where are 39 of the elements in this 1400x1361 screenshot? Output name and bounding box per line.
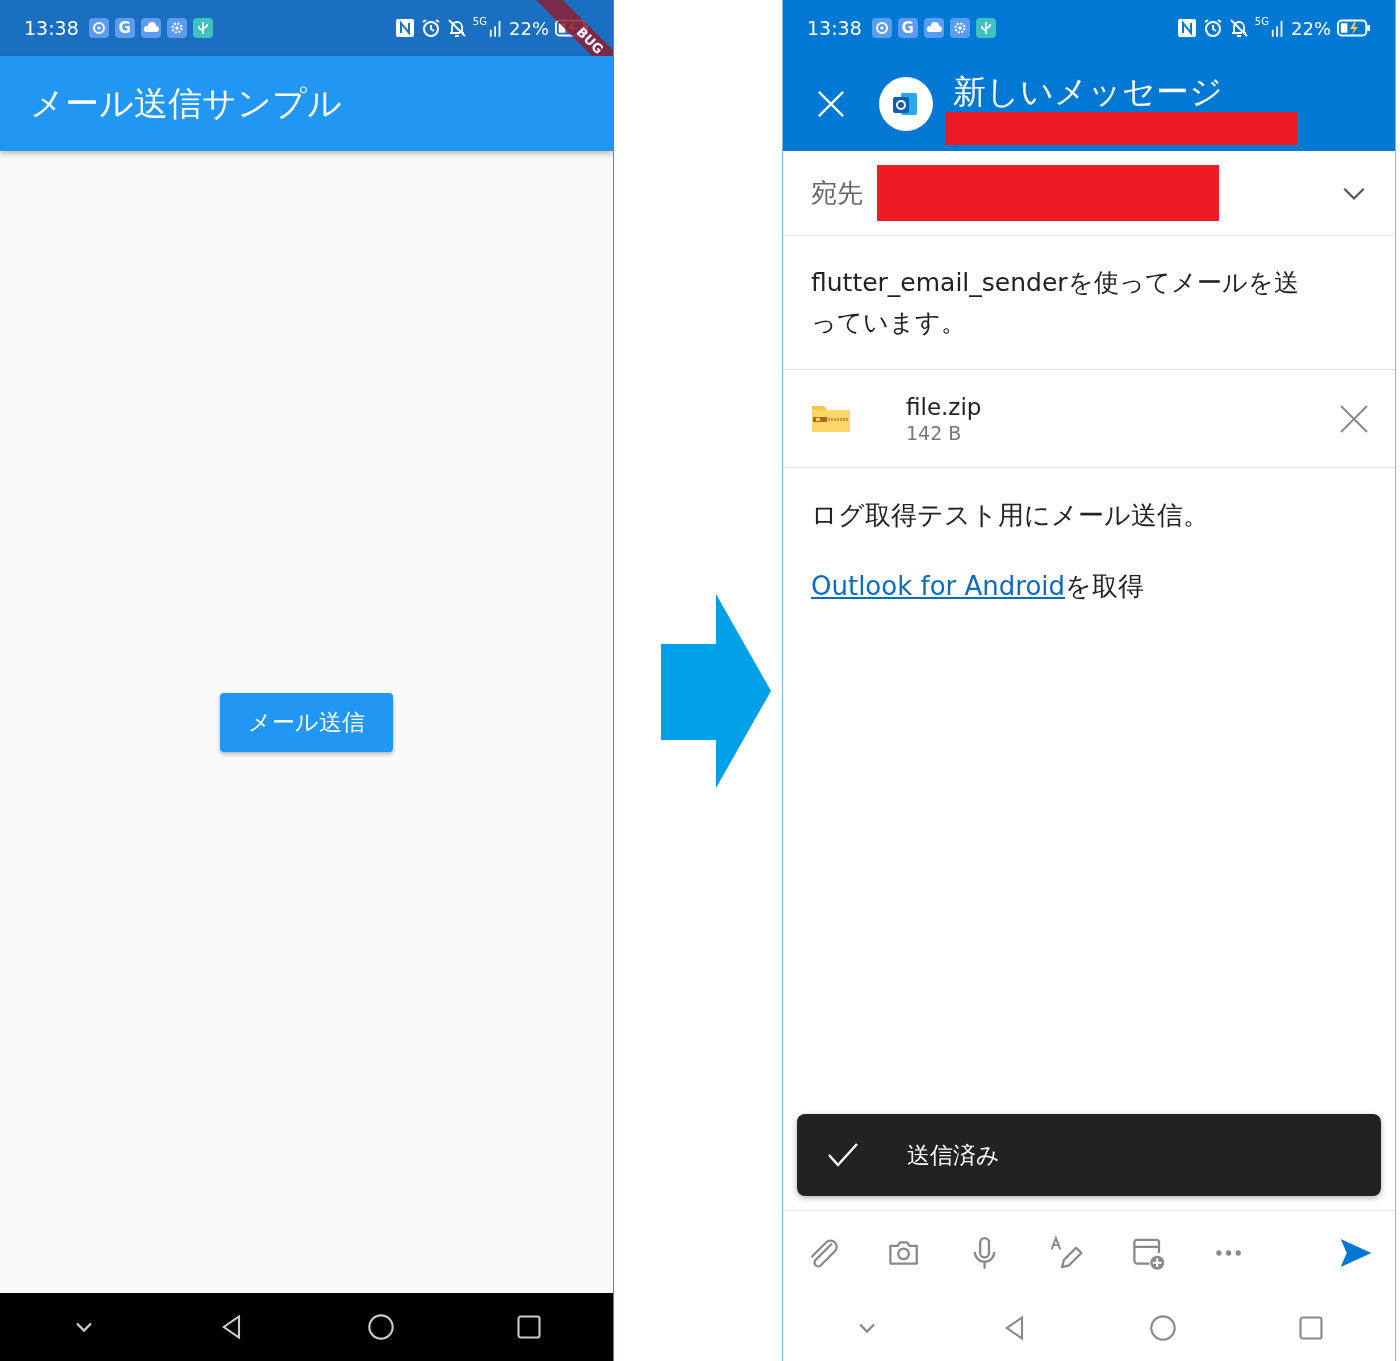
status-time: 13:38 <box>807 17 862 39</box>
app-title: メール送信サンプル <box>30 81 342 125</box>
check-icon <box>827 1142 859 1168</box>
battery-icon <box>1337 18 1371 38</box>
usb-icon <box>975 18 996 38</box>
cloud-icon <box>140 18 161 38</box>
subject-text[interactable]: flutter_email_senderを使ってメールを送っています。 <box>811 262 1311 343</box>
snackbar-text: 送信済み <box>907 1140 1000 1170</box>
battery-percent: 22% <box>1291 17 1331 39</box>
app-notification-icon: G <box>114 18 135 38</box>
usb-icon <box>192 18 213 38</box>
nfc-icon <box>394 18 415 38</box>
bell-off-icon <box>446 18 467 38</box>
nfc-icon <box>1176 18 1197 38</box>
home-icon[interactable] <box>366 1313 395 1341</box>
recents-icon[interactable] <box>514 1313 543 1341</box>
app-notification-icon: G <box>897 18 918 38</box>
alarm-icon <box>1202 18 1223 38</box>
mail-app-logo-icon <box>879 76 933 131</box>
bell-off-icon <box>1228 18 1249 38</box>
close-icon[interactable] <box>817 89 845 118</box>
signal-icon <box>489 18 503 38</box>
remove-attachment-icon[interactable] <box>1339 403 1369 434</box>
network-label: 5G <box>472 16 487 27</box>
network-label: 5G <box>1254 16 1269 27</box>
send-mail-button[interactable]: メール送信 <box>220 692 393 752</box>
zip-folder-icon <box>811 403 851 434</box>
body-text: ログ取得テスト用にメール送信。 <box>811 499 1210 532</box>
attachment-size: 142 B <box>906 421 963 444</box>
status-time: 13:38 <box>24 17 79 39</box>
alarm-icon <box>420 18 441 38</box>
battery-percent: 22% <box>509 17 549 39</box>
to-label: 宛先 <box>811 176 863 210</box>
outlook-link[interactable]: Outlook for Android <box>811 571 1066 601</box>
signal-icon <box>1271 18 1285 38</box>
compose-title: 新しいメッセージ <box>953 72 1224 112</box>
cloud-icon <box>923 18 944 38</box>
signature-text: Outlook for Androidを取得 <box>811 570 1146 603</box>
attachment-name: file.zip <box>906 393 982 420</box>
